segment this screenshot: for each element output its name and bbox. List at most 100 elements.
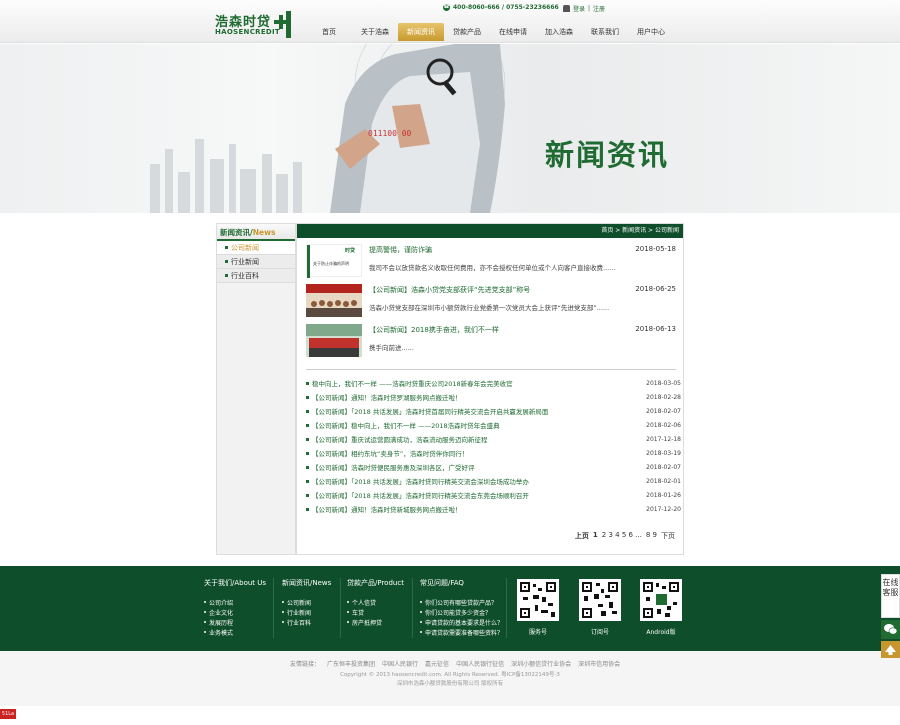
pager-prev[interactable]: 上页 [575, 531, 589, 541]
featured-date: 2018-05-18 [635, 245, 676, 253]
site-footer: 关于我们/About Us 公司介绍 企业文化 发展历程 业务模式 新闻资讯/N… [0, 566, 900, 651]
nav-apply[interactable]: 在线申请 [490, 23, 536, 41]
sidebar-item-company-news[interactable]: 公司新闻 [217, 241, 295, 255]
list-item[interactable]: 【公司新闻】相约东坑“卖身节”，浩森时贷伴你同行！ 2018-03-19 [306, 446, 681, 460]
bullet-icon [306, 409, 309, 413]
featured-news-item[interactable]: 【公司新闻】浩森小贷党支部获评“先进党支部”称号 2018-06-25 浩森小贷… [306, 284, 676, 318]
footer-link[interactable]: 个人信贷 [347, 597, 417, 607]
user-icon [563, 5, 570, 12]
phone-icon: ☎ [443, 4, 450, 11]
footer-link[interactable]: 申请贷款需要准备哪些资料？ [420, 627, 510, 637]
back-to-top-button[interactable] [881, 641, 900, 658]
qr-label: 服务号 [528, 629, 547, 636]
hotline: ☎ 400-8060-666 / 0755-23236666 [443, 4, 559, 11]
sidebar-item-industry-wiki[interactable]: 行业百科 [217, 269, 295, 283]
qr-android: Android版 [639, 579, 683, 636]
wechat-button[interactable] [881, 620, 900, 639]
friend-link[interactable]: 深圳小额信贷行业协会 [511, 659, 571, 668]
footer-link[interactable]: 车贷 [347, 607, 417, 617]
footer-link[interactable]: 行业百科 [282, 617, 352, 627]
register-link[interactable]: 注册 [593, 4, 605, 13]
logo-text-en: HAOSENCREDIT [215, 28, 281, 36]
pager-pages[interactable]: 2 3 4 5 6 ... [602, 531, 642, 541]
sidebar-item-industry-news[interactable]: 行业新闻 [217, 255, 295, 269]
footer-col-title[interactable]: 贷款产品/Product [347, 578, 417, 588]
footer-col-title[interactable]: 关于我们/About Us [204, 578, 274, 588]
list-item[interactable]: 【公司新闻】通知！浩森时贷新城服务网点搬迁啦！ 2017-12-20 [306, 502, 681, 516]
friend-link[interactable]: 中国人民银行征信 [456, 659, 504, 668]
bullet-icon [306, 507, 309, 511]
site-header: 浩森时贷 HAOSENCREDIT ☎ 400-8060-666 / 0755-… [0, 0, 900, 43]
footer-col-title[interactable]: 新闻资讯/News [282, 578, 352, 588]
featured-news-item[interactable]: 【公司新闻】2018携手奋进，我们不一样 2018-06-13 携手向前进...… [306, 324, 676, 358]
online-service-button[interactable]: 在线客服 [881, 574, 900, 618]
login-link[interactable]: 登录 [573, 4, 585, 13]
stat-badge[interactable]: 51La [0, 709, 16, 719]
wechat-icon [884, 624, 898, 635]
footer-col-faq: 常见问题/FAQ 你们公司有哪些贷款产品？ 你们公司能贷多少资金？ 申请贷款的基… [420, 578, 510, 637]
company-name: 深圳市浩森小额贷款股份有限公司 版权所有 [396, 681, 504, 687]
footer-link[interactable]: 你们公司能贷多少资金？ [420, 607, 510, 617]
qr-code-icon [640, 579, 682, 621]
friend-link[interactable]: 广东恒丰投资集团 [327, 659, 375, 668]
featured-thumbnail[interactable] [306, 324, 362, 357]
breadcrumb: 首页 > 新闻资讯 > 公司新闻 [297, 224, 683, 238]
footer-link[interactable]: 行业新闻 [282, 607, 352, 617]
footer-link[interactable]: 发展历程 [204, 617, 274, 627]
featured-title[interactable]: 【公司新闻】浩森小贷党支部获评“先进党支部”称号 [369, 285, 530, 295]
qr-code-icon [579, 579, 621, 621]
footer-link[interactable]: 你们公司有哪些贷款产品？ [420, 597, 510, 607]
friend-link[interactable]: 嘉元征信 [425, 659, 449, 668]
friend-link[interactable]: 深圳市信用协会 [578, 659, 620, 668]
footer-link[interactable]: 房产抵押贷 [347, 617, 417, 627]
nav-home[interactable]: 首页 [306, 23, 352, 41]
list-item[interactable]: 【公司新闻】通知！浩森时贷罗湖服务网点搬迁啦！ 2018-02-28 [306, 390, 681, 404]
nav-news[interactable]: 新闻资讯 [398, 23, 444, 41]
featured-thumbnail[interactable] [306, 284, 362, 317]
footer-divider [273, 578, 274, 638]
news-list: 稳中向上，我们不一样 ——浩森时贷重庆公司2018新春年会完美收官 2018-03… [306, 376, 681, 516]
featured-title[interactable]: 【公司新闻】2018携手奋进，我们不一样 [369, 325, 499, 335]
nav-user-center[interactable]: 用户中心 [628, 23, 674, 41]
pager-next[interactable]: 下页 [661, 531, 675, 541]
featured-date: 2018-06-25 [635, 285, 676, 293]
list-item[interactable]: 【公司新闻】「2018 共话发展」浩森时贷首届同行精英交流会开启共赢发展新局面 2… [306, 404, 681, 418]
list-item[interactable]: 稳中向上，我们不一样 ——浩森时贷重庆公司2018新春年会完美收官 2018-03… [306, 376, 681, 390]
logo-mark-icon [274, 11, 291, 38]
pagination: 上页 1 2 3 4 5 6 ... 8 9 下页 [575, 531, 675, 541]
footer-divider [412, 578, 413, 638]
nav-join[interactable]: 加入浩森 [536, 23, 582, 41]
nav-products[interactable]: 贷款产品 [444, 23, 490, 41]
footer-link[interactable]: 业务模式 [204, 627, 274, 637]
featured-thumbnail[interactable]: 时贷 关于防止诈骗的声明 [306, 244, 362, 278]
footer-link[interactable]: 申请贷款的基本要求是什么？ [420, 617, 510, 627]
nav-about[interactable]: 关于浩森 [352, 23, 398, 41]
arrow-up-icon [885, 645, 896, 655]
list-item[interactable]: 【公司新闻】「2018 共话发展」浩森时贷同行精英交流会深圳会场成功举办 2018… [306, 474, 681, 488]
featured-news-item[interactable]: 时贷 关于防止诈骗的声明 提高警惕，谨防诈骗 2018-05-18 我司不会以放… [306, 244, 676, 278]
nav-contact[interactable]: 联系我们 [582, 23, 628, 41]
list-item[interactable]: 【公司新闻】浩森时贷便民服务惠及深圳各区，广受好评 2018-02-07 [306, 460, 681, 474]
user-links: 登录 | 注册 [563, 4, 605, 13]
footer-link[interactable]: 企业文化 [204, 607, 274, 617]
sidebar-title: 新闻资讯/News [217, 224, 295, 241]
divider [306, 369, 676, 370]
list-item[interactable]: 【公司新闻】「2018 共话发展」浩森时贷同行精英交流会东莞会场顺利召开 2018… [306, 488, 681, 502]
footer-link[interactable]: 公司新闻 [282, 597, 352, 607]
footer-col-title[interactable]: 常见问题/FAQ [420, 578, 510, 588]
footer-link[interactable]: 公司介绍 [204, 597, 274, 607]
bullet-icon [306, 493, 309, 497]
footer-divider [340, 578, 341, 638]
featured-desc: 浩森小贷党支部在深圳市小额贷款行业党委第一次党员大会上获评“先进党支部”....… [369, 304, 610, 312]
pager-pages-tail[interactable]: 8 9 [646, 531, 657, 541]
site-logo[interactable]: 浩森时贷 HAOSENCREDIT [215, 11, 295, 39]
list-item[interactable]: 【公司新闻】稳中向上，我们不一样 ——2018浩森时贷年会盛典 2018-02-0… [306, 418, 681, 432]
featured-title[interactable]: 提高警惕，谨防诈骗 [369, 245, 432, 255]
friend-link[interactable]: 中国人民银行 [382, 659, 418, 668]
banner-screen-text: 011100 00 [368, 129, 412, 138]
bullet-icon [225, 260, 228, 263]
qr-label: Android版 [646, 629, 676, 636]
main-nav: 首页 关于浩森 新闻资讯 贷款产品 在线申请 加入浩森 联系我们 用户中心 [306, 23, 674, 41]
featured-desc: 携手向前进...... [369, 344, 414, 352]
list-item[interactable]: 【公司新闻】重庆试运营圆满成功，浩森流动服务迈向新征程 2017-12-18 [306, 432, 681, 446]
